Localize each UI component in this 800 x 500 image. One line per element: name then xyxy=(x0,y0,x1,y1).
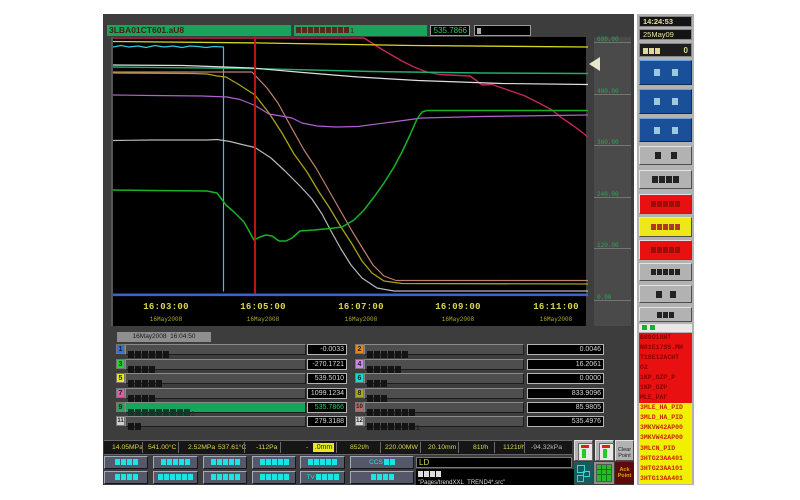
svg-text:16May2008: 16May2008 xyxy=(345,316,378,323)
svg-text:16:03:00: 16:03:00 xyxy=(143,302,189,312)
svg-text:16May2008: 16May2008 xyxy=(442,316,475,323)
svg-text:16:05:00: 16:05:00 xyxy=(240,302,286,312)
svg-text:16:07:00: 16:07:00 xyxy=(338,302,384,312)
svg-text:16May2008: 16May2008 xyxy=(247,316,280,323)
svg-text:16May2008: 16May2008 xyxy=(150,316,183,323)
svg-text:16May2008: 16May2008 xyxy=(540,316,573,323)
svg-text:16:11:00: 16:11:00 xyxy=(533,302,579,312)
svg-text:16:09:00: 16:09:00 xyxy=(435,302,481,312)
